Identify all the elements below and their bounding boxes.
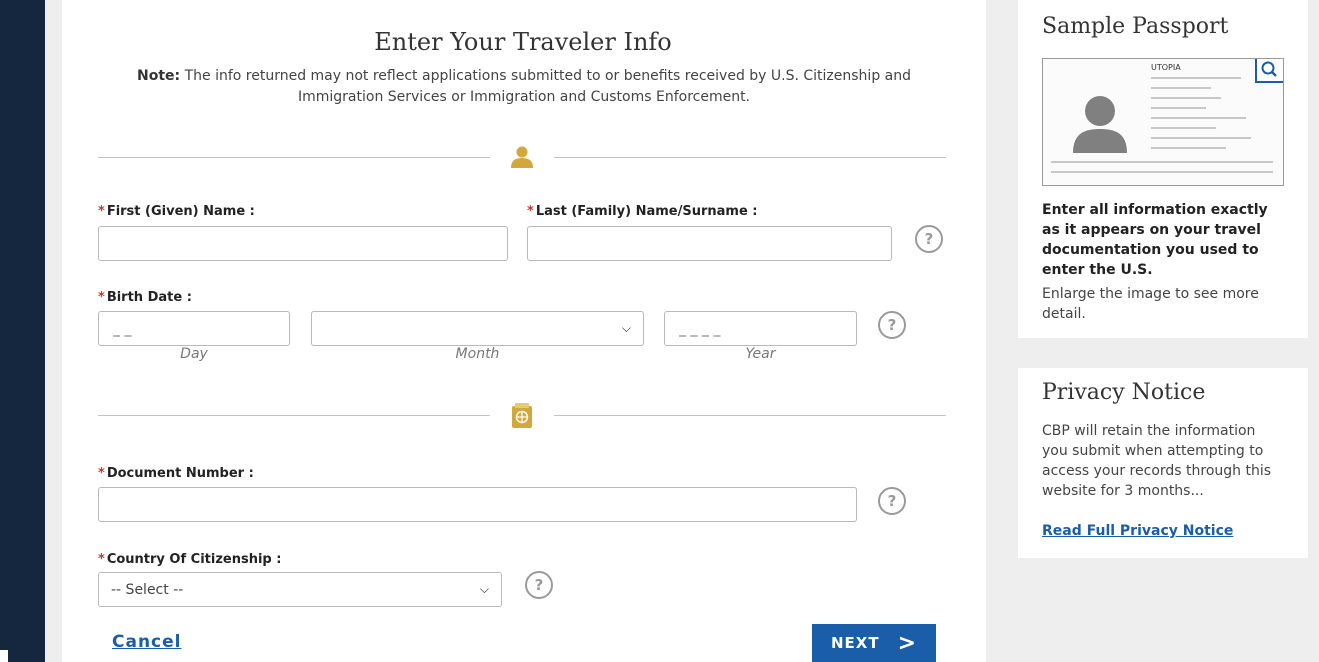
help-icon[interactable]: ? — [525, 571, 553, 599]
chevron-down-icon: ⌵ — [621, 321, 631, 335]
required-marker: * — [98, 552, 105, 567]
last-name-label-text: Last (Family) Name/Surname : — [535, 204, 758, 219]
first-name-input[interactable] — [98, 226, 508, 261]
chevron-down-icon: ⌵ — [479, 582, 489, 596]
required-marker: * — [98, 204, 105, 219]
chevron-right-icon: > — [897, 630, 918, 656]
cancel-link[interactable]: Cancel — [112, 632, 181, 652]
passport-icon — [512, 403, 532, 428]
next-button-label: NEXT — [830, 634, 880, 652]
last-name-label: * Last (Family) Name/Surname : — [527, 204, 758, 219]
passport-field-line — [1151, 107, 1206, 109]
passport-field-line — [1151, 127, 1216, 129]
divider-line — [98, 415, 490, 416]
note-text: Note: The info returned may not reflect … — [110, 66, 938, 108]
passport-field-line — [1151, 77, 1241, 79]
first-name-label: * First (Given) Name : — [98, 204, 255, 219]
document-number-label: * Document Number : — [98, 466, 254, 481]
privacy-text: CBP will retain the information you subm… — [1042, 423, 1272, 499]
required-marker: * — [98, 466, 105, 481]
privacy-link[interactable]: Read Full Privacy Notice — [1042, 523, 1233, 539]
note-label: Note: — [137, 68, 181, 84]
page-corner — [0, 650, 8, 662]
sample-passport-card: Sample Passport UTOPIA Enter all informa… — [1018, 0, 1308, 338]
passport-enlarge-hint: Enlarge the image to see more detail. — [1042, 286, 1259, 322]
divider-line — [554, 157, 946, 158]
month-sublabel: Month — [455, 346, 500, 362]
passport-mrz-line — [1051, 161, 1273, 163]
person-icon — [511, 146, 533, 168]
first-name-label-text: First (Given) Name : — [106, 204, 255, 219]
zoom-button[interactable] — [1255, 59, 1283, 83]
country-label: * Country Of Citizenship : — [98, 552, 281, 567]
passport-field-line — [1151, 117, 1246, 119]
passport-mrz-line — [1051, 171, 1273, 173]
passport-field-line — [1151, 97, 1221, 99]
document-number-label-text: Document Number : — [106, 466, 254, 481]
last-name-input[interactable] — [527, 226, 892, 261]
document-number-input[interactable] — [98, 487, 857, 522]
birth-date-label-text: Birth Date : — [106, 290, 192, 305]
help-icon[interactable]: ? — [915, 225, 943, 253]
country-selected-value: -- Select -- — [111, 581, 184, 598]
sample-passport-title: Sample Passport — [1042, 14, 1229, 39]
country-select[interactable]: -- Select -- ⌵ — [98, 572, 502, 607]
country-label-text: Country Of Citizenship : — [106, 552, 282, 567]
birth-date-label: * Birth Date : — [98, 290, 192, 305]
divider-line — [554, 415, 946, 416]
search-icon — [1261, 61, 1277, 77]
passport-field-line — [1151, 147, 1226, 149]
next-button[interactable]: NEXT > — [812, 624, 936, 662]
year-sublabel: Year — [745, 346, 776, 362]
page-title: Enter Your Traveler Info — [374, 28, 672, 56]
privacy-notice-card: Privacy Notice CBP will retain the infor… — [1018, 368, 1308, 558]
passport-field-line — [1151, 87, 1211, 89]
birth-day-input[interactable] — [98, 311, 290, 346]
divider-line — [98, 157, 490, 158]
sample-passport-image[interactable]: UTOPIA — [1042, 58, 1284, 186]
passport-field-line — [1151, 137, 1251, 139]
required-marker: * — [98, 290, 105, 305]
birth-month-select[interactable]: ⌵ — [311, 311, 644, 346]
privacy-title: Privacy Notice — [1042, 380, 1206, 405]
birth-year-input[interactable] — [664, 311, 857, 346]
passport-country-text: UTOPIA — [1151, 63, 1181, 72]
passport-instruction: Enter all information exactly as it appe… — [1042, 202, 1268, 278]
day-sublabel: Day — [180, 346, 208, 362]
help-icon[interactable]: ? — [878, 311, 906, 339]
help-icon[interactable]: ? — [878, 487, 906, 515]
passport-photo — [1073, 96, 1127, 153]
required-marker: * — [527, 204, 534, 219]
note-body: The info returned may not reflect applic… — [184, 68, 911, 105]
